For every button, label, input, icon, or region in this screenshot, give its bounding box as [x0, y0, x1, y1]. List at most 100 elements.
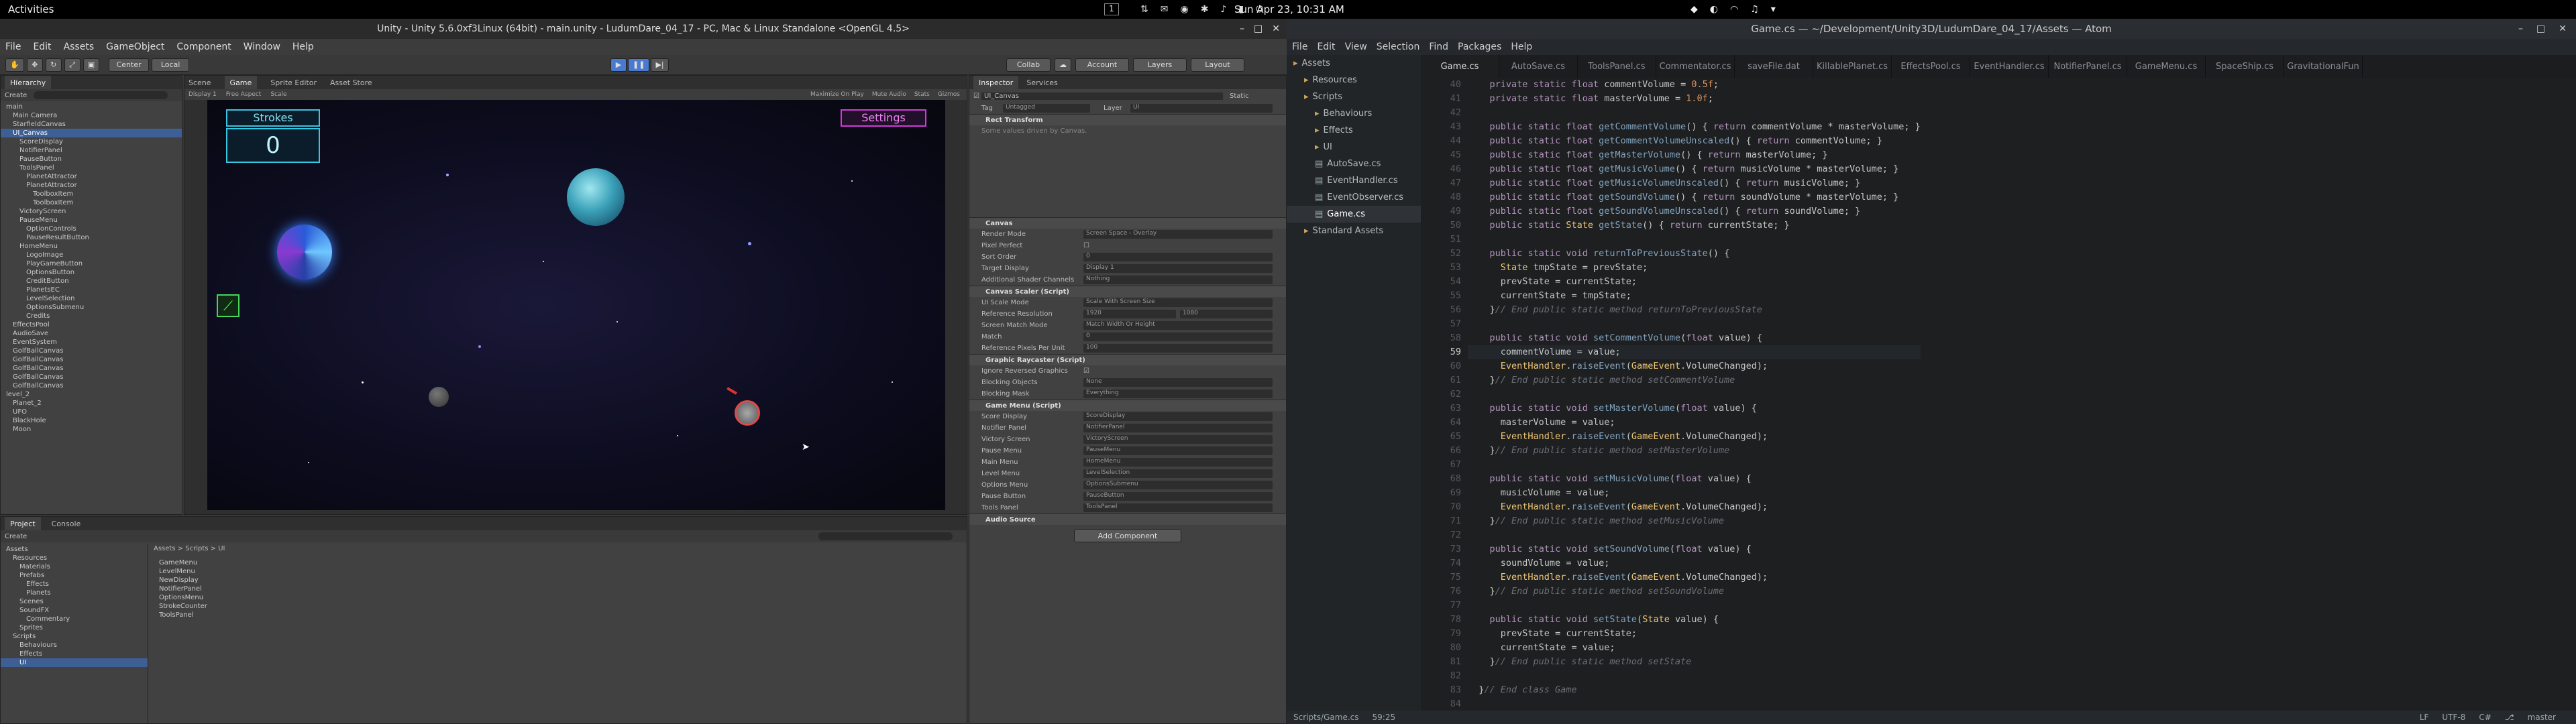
hierarchy-item[interactable]: PauseMenu [1, 216, 182, 225]
hierarchy-item[interactable]: BlackHole [1, 416, 182, 425]
hierarchy-item[interactable]: ToolboxItem [1, 190, 182, 198]
code-line[interactable]: musicVolume = value; [1468, 486, 1921, 500]
field-object-ref[interactable]: ToolsPanel [1083, 503, 1273, 512]
atom-menu-file[interactable]: File [1292, 42, 1307, 52]
status-branch[interactable]: master [2528, 713, 2556, 722]
menu-window[interactable]: Window [244, 42, 280, 52]
field-object-ref[interactable]: HomeMenu [1083, 458, 1273, 467]
tree-item[interactable]: ▸ Resources [1287, 72, 1421, 88]
golf-ball[interactable] [735, 400, 760, 426]
wifi-icon[interactable]: ◠ [1730, 4, 1738, 15]
menu-file[interactable]: File [5, 42, 21, 52]
account-button[interactable]: Account [1075, 58, 1129, 72]
code-line[interactable]: prevState = currentState; [1468, 275, 1921, 289]
hierarchy-item[interactable]: PlanetAttractor [1, 172, 182, 181]
project-search-input[interactable] [818, 532, 953, 540]
tree-item[interactable]: ▸ Behaviours [1287, 105, 1421, 122]
project-folder[interactable]: Effects [1, 580, 148, 589]
hierarchy-item[interactable]: HomeMenu [1, 242, 182, 251]
power-menu-icon[interactable]: ▾ [1771, 4, 1776, 15]
hierarchy-item[interactable]: Credits [1, 312, 182, 320]
maximize-on-play-toggle[interactable]: Maximize On Play [810, 91, 864, 98]
layout-button[interactable]: Layout [1191, 58, 1244, 72]
tree-item[interactable]: ▤ AutoSave.cs [1287, 156, 1421, 172]
code-line[interactable] [1468, 317, 1921, 331]
stats-toggle[interactable]: Stats [914, 91, 930, 98]
project-folder[interactable]: Sprites [1, 623, 148, 632]
project-file[interactable]: StrokeCounter [159, 602, 207, 611]
tab-sprite-editor[interactable]: Sprite Editor [270, 78, 317, 87]
project-file[interactable]: LevelMenu [159, 567, 207, 576]
blocking-mask-select[interactable]: Everything [1083, 389, 1273, 398]
hierarchy-item[interactable]: PlanetsEC [1, 286, 182, 294]
rect-tool-icon[interactable]: ▣ [83, 58, 100, 72]
hierarchy-item[interactable]: StarfieldCanvas [1, 120, 182, 129]
render-mode-select[interactable]: Screen Space - Overlay [1083, 230, 1273, 239]
code-line[interactable]: }// End public static method setCommentV… [1468, 373, 1921, 387]
tray-icon[interactable]: ✉ [1161, 4, 1169, 15]
hierarchy-item[interactable]: Main Camera [1, 111, 182, 120]
bluetooth-icon[interactable]: ✱ [1201, 4, 1209, 15]
code-line[interactable]: masterVolume = value; [1468, 416, 1921, 430]
menu-gameobject[interactable]: GameObject [106, 42, 164, 52]
project-folder[interactable]: Behaviours [1, 641, 148, 650]
match-slider[interactable]: 0 [1083, 333, 1273, 341]
hierarchy-item[interactable]: GolfBallCanvas [1, 381, 182, 390]
hierarchy-item[interactable]: LogoImage [1, 251, 182, 259]
menu-edit[interactable]: Edit [33, 42, 51, 52]
code-line[interactable] [1468, 106, 1921, 120]
hierarchy-item[interactable]: PauseButton [1, 155, 182, 164]
atom-menu-view[interactable]: View [1345, 42, 1367, 52]
match-mode-select[interactable]: Match Width Or Height [1083, 321, 1273, 330]
code-line[interactable]: EventHandler.raiseEvent(GameEvent.Volume… [1468, 500, 1921, 514]
tab-console[interactable]: Console [52, 520, 81, 528]
code-line[interactable]: }// End public static method setSoundVol… [1468, 585, 1921, 599]
activities-button[interactable]: Activities [0, 3, 54, 15]
atom-titlebar[interactable]: Game.cs — ~/Development/Unity3D/LudumDar… [1287, 19, 2576, 39]
code-line[interactable]: public static void setMasterVolume(float… [1468, 402, 1921, 416]
hierarchy-item[interactable]: AudioSave [1, 329, 182, 338]
scale-tool-icon[interactable]: ⤢ [64, 58, 80, 72]
status-grammar[interactable]: C# [2479, 713, 2491, 722]
editor-tab[interactable]: ToolsPanel.cs [1578, 55, 1656, 78]
canvas-header[interactable]: Canvas [969, 220, 1012, 227]
tree-item[interactable]: ▸ UI [1287, 139, 1421, 156]
hierarchy-create-button[interactable]: Create [5, 92, 27, 99]
atom-menu-selection[interactable]: Selection [1377, 42, 1420, 52]
pause-button[interactable]: ❚❚ [628, 58, 650, 72]
project-create-button[interactable]: Create [5, 533, 27, 540]
menu-component[interactable]: Component [176, 42, 231, 52]
project-folder[interactable]: SoundFX [1, 606, 148, 615]
code-line[interactable]: }// End class Game [1468, 683, 1921, 697]
tree-item[interactable]: ▸ Effects [1287, 122, 1421, 139]
editor-tab[interactable]: Game.cs [1421, 55, 1499, 78]
minimize-icon[interactable]: – [1240, 23, 1244, 34]
field-object-ref[interactable]: PauseMenu [1083, 446, 1273, 455]
code-line[interactable]: currentState = value; [1468, 641, 1921, 655]
game-menu-header[interactable]: Game Menu (Script) [969, 402, 1061, 410]
hierarchy-item[interactable]: ToolsPanel [1, 164, 182, 172]
hierarchy-item[interactable]: UFO [1, 408, 182, 416]
project-folder[interactable]: Materials [1, 562, 148, 571]
code-line[interactable]: public static float getMusicVolumeUnscal… [1468, 176, 1921, 190]
code-line[interactable]: EventHandler.raiseEvent(GameEvent.Volume… [1468, 359, 1921, 373]
field-object-ref[interactable]: PauseButton [1083, 492, 1273, 501]
editor-tab[interactable]: GravitationalFun [2284, 55, 2363, 78]
chat-icon[interactable]: ◐ [1710, 4, 1718, 15]
object-name-field[interactable]: UI_Canvas [981, 92, 1223, 100]
editor-tab[interactable]: EffectsPool.cs [1892, 55, 1970, 78]
game-viewport[interactable]: Strokes 0 Settings ⟋ ➤ [207, 100, 945, 510]
atom-menu-edit[interactable]: Edit [1317, 42, 1335, 52]
code-editor[interactable]: 40 41 42 43 44 45 46 47 48 49 50 51 52 53 54 55 56 57 58 59… [1421, 78, 2576, 711]
ref-res-y[interactable]: 1080 [1180, 310, 1273, 318]
add-component-button[interactable]: Add Component [1074, 529, 1181, 542]
field-object-ref[interactable]: NotifierPanel [1083, 424, 1273, 432]
hierarchy-item[interactable]: OptionsButton [1, 268, 182, 277]
hierarchy-item[interactable]: GolfBallCanvas [1, 347, 182, 355]
code-line[interactable]: private static float masterVolume = 1.0f… [1468, 92, 1921, 106]
code-line[interactable]: State tmpState = prevState; [1468, 261, 1921, 275]
active-checkbox[interactable]: ☑ [969, 93, 981, 100]
code-line[interactable]: }// End public static method returnToPre… [1468, 303, 1921, 317]
tag-select[interactable]: Untagged [1003, 104, 1090, 113]
project-file[interactable]: GameMenu [159, 558, 207, 567]
